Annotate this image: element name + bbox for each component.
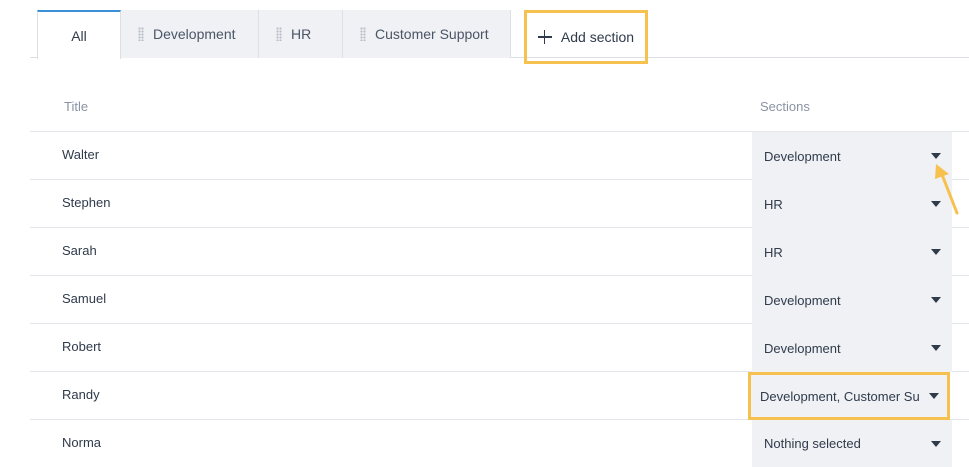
sections-value: Development	[764, 292, 841, 308]
table-row: Sarah HR	[30, 228, 969, 276]
sections-value: Nothing selected	[764, 436, 861, 451]
row-title: Norma	[62, 435, 102, 450]
sections-value: Development	[764, 148, 841, 164]
plus-icon	[537, 30, 552, 44]
sections-value: Development, Customer Support	[760, 388, 920, 404]
table-row: Stephen HR	[30, 180, 969, 228]
tab-hr[interactable]: HR	[259, 10, 343, 58]
row-title: Sarah	[62, 243, 97, 258]
sections-dropdown[interactable]: Nothing selected	[752, 420, 952, 467]
table-row: Randy Development, Customer Support	[30, 372, 969, 420]
column-header-sections: Sections	[760, 99, 810, 114]
sections-dropdown[interactable]: Development, Customer Support	[748, 372, 950, 420]
add-section-button[interactable]: Add section	[524, 10, 648, 64]
sections-dropdown[interactable]: Development	[752, 276, 952, 324]
table-row: Robert Development	[30, 324, 969, 372]
sections-value: Development	[764, 340, 841, 356]
caret-down-icon	[931, 345, 941, 351]
sections-dropdown[interactable]: HR	[752, 180, 952, 228]
tab-label: HR	[291, 26, 312, 42]
caret-down-icon	[931, 441, 941, 447]
row-title: Samuel	[62, 291, 107, 306]
drag-handle-icon[interactable]	[276, 27, 282, 41]
sections-dropdown[interactable]: Development	[752, 132, 952, 180]
table-header: Title Sections	[30, 84, 969, 132]
sections-value: HR	[764, 244, 783, 260]
tab-all[interactable]: All	[37, 10, 121, 59]
sections-dropdown[interactable]: Development	[752, 324, 952, 372]
sections-value: HR	[764, 196, 783, 212]
row-title: Randy	[62, 387, 100, 402]
page: All Development HR Customer Support Add …	[0, 0, 969, 467]
tab-label: Development	[153, 26, 236, 42]
tab-development[interactable]: Development	[121, 10, 259, 58]
section-tabs: All Development HR Customer Support Add …	[30, 10, 969, 64]
caret-down-icon	[931, 153, 941, 159]
tab-customer-support[interactable]: Customer Support	[343, 10, 511, 58]
arrow-annotation-icon	[935, 164, 959, 215]
caret-down-icon	[929, 393, 939, 399]
caret-down-icon	[931, 249, 941, 255]
sections-dropdown[interactable]: HR	[752, 228, 952, 276]
table-row: Samuel Development	[30, 276, 969, 324]
drag-handle-icon[interactable]	[138, 27, 144, 41]
table-row: Walter Development	[30, 132, 969, 180]
column-header-title: Title	[64, 99, 89, 114]
row-title: Stephen	[62, 195, 111, 210]
tab-label: Customer Support	[375, 26, 489, 42]
drag-handle-icon[interactable]	[360, 27, 366, 41]
caret-down-icon	[931, 297, 941, 303]
row-title: Robert	[62, 339, 102, 354]
table-row: Norma Nothing selected	[30, 420, 969, 467]
tab-label: All	[71, 27, 87, 44]
add-section-label: Add section	[560, 29, 635, 45]
row-title: Walter	[62, 147, 100, 162]
